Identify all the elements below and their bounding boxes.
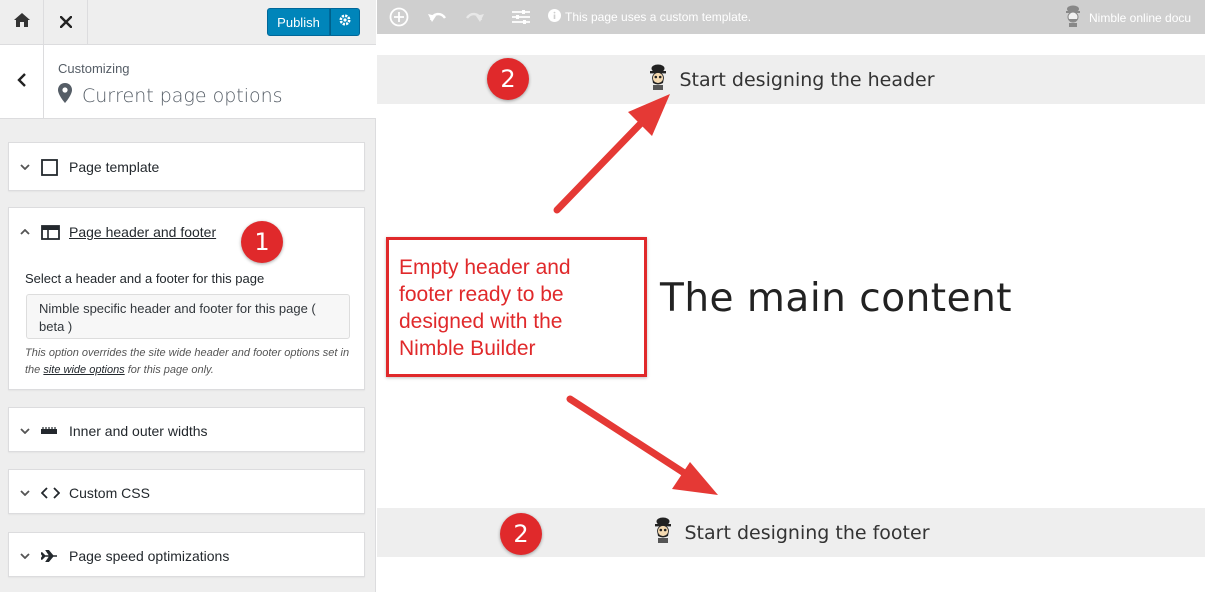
airplane-icon bbox=[41, 549, 61, 562]
panel-speed-label: Page speed optimizations bbox=[69, 547, 230, 564]
chevron-down-icon bbox=[17, 552, 33, 559]
panel-custom-css-label: Custom CSS bbox=[69, 484, 150, 501]
nimble-mascot-icon bbox=[647, 64, 669, 95]
customizer-window: Publish Customizing Current page options… bbox=[0, 0, 1205, 592]
panel-speed[interactable]: Page speed optimizations bbox=[8, 532, 365, 577]
chevron-down-icon bbox=[17, 427, 33, 434]
site-wide-options-link[interactable]: site wide options bbox=[43, 364, 124, 376]
map-pin-icon bbox=[58, 83, 72, 108]
info-icon bbox=[548, 9, 561, 25]
code-icon bbox=[41, 486, 61, 499]
callout-line-4: Nimble Builder bbox=[399, 337, 536, 360]
callout-line-3: designed with the bbox=[399, 310, 563, 333]
close-button[interactable] bbox=[44, 0, 88, 44]
header-footer-description: This option overrides the site wide head… bbox=[25, 345, 355, 379]
layout-icon bbox=[41, 224, 61, 240]
nimble-mascot-icon bbox=[1063, 5, 1083, 30]
template-notice: This page uses a custom template. bbox=[548, 9, 751, 25]
panel-widths[interactable]: Inner and outer widths bbox=[8, 407, 365, 452]
section-title-text: Current page options bbox=[82, 84, 283, 107]
publish-button[interactable]: Publish bbox=[267, 8, 330, 36]
close-icon bbox=[59, 12, 72, 33]
gear-icon bbox=[338, 13, 352, 32]
customizer-topbar: Publish bbox=[0, 0, 376, 45]
description-suffix: for this page only. bbox=[124, 364, 214, 376]
panel-widths-row[interactable]: Inner and outer widths bbox=[9, 408, 364, 453]
annotation-badge-2-footer: 2 bbox=[500, 513, 542, 555]
chevron-down-icon bbox=[17, 164, 33, 170]
callout-line-2: footer ready to be bbox=[399, 283, 564, 306]
panel-page-template-label: Page template bbox=[69, 159, 160, 175]
home-icon bbox=[13, 12, 31, 33]
main-content-heading: The main content bbox=[660, 276, 1013, 321]
annotation-badge-1: 1 bbox=[241, 221, 283, 263]
sliders-icon[interactable] bbox=[510, 6, 532, 28]
header-footer-select-label: Select a header and a footer for this pa… bbox=[25, 271, 265, 286]
panel-header-footer-label: Page header and footer bbox=[69, 224, 217, 240]
ruler-icon bbox=[41, 426, 61, 435]
header-footer-select-value-line1: Nimble specific header and footer for th… bbox=[39, 301, 316, 316]
chevron-down-icon bbox=[17, 489, 33, 496]
panel-page-template[interactable]: Page template bbox=[8, 142, 365, 191]
panel-custom-css-row[interactable]: Custom CSS bbox=[9, 470, 364, 515]
preview-toolbar: This page uses a custom template. Nimble… bbox=[377, 0, 1205, 34]
nimble-mascot-icon bbox=[652, 517, 674, 548]
redo-icon[interactable] bbox=[464, 6, 486, 28]
chevron-up-icon bbox=[17, 229, 33, 235]
callout-line-1: Empty header and bbox=[399, 256, 571, 279]
home-button[interactable] bbox=[0, 0, 44, 44]
back-button[interactable] bbox=[0, 45, 44, 119]
plus-circle-icon[interactable] bbox=[388, 6, 410, 28]
chevron-left-icon bbox=[16, 72, 27, 93]
customizer-sidebar: Publish Customizing Current page options… bbox=[0, 0, 376, 592]
nimble-docs-text: Nimble online docu bbox=[1089, 10, 1192, 25]
nimble-docs-link[interactable]: Nimble online docu bbox=[1063, 5, 1191, 30]
undo-icon[interactable] bbox=[426, 6, 448, 28]
panel-widths-label: Inner and outer widths bbox=[69, 422, 208, 439]
panel-page-template-row[interactable]: Page template bbox=[9, 143, 364, 191]
section-title: Current page options bbox=[58, 83, 283, 108]
publish-button-group: Publish bbox=[267, 8, 360, 36]
section-header: Customizing Current page options bbox=[0, 45, 376, 119]
template-notice-text: This page uses a custom template. bbox=[565, 10, 752, 24]
section-subtitle: Customizing bbox=[58, 61, 130, 76]
annotation-callout: Empty header and footer ready to be desi… bbox=[386, 237, 647, 377]
panel-speed-row[interactable]: Page speed optimizations bbox=[9, 533, 364, 578]
footer-placeholder-text: Start designing the footer bbox=[684, 521, 930, 544]
header-footer-select[interactable]: Nimble specific header and footer for th… bbox=[26, 294, 350, 339]
annotation-badge-2-header: 2 bbox=[487, 58, 529, 100]
header-placeholder-text: Start designing the header bbox=[679, 68, 935, 91]
checkbox-icon bbox=[41, 158, 61, 176]
panel-header-footer-row[interactable]: Page header and footer bbox=[9, 208, 364, 256]
header-footer-select-value-line2: beta ) bbox=[39, 319, 73, 334]
panel-custom-css[interactable]: Custom CSS bbox=[8, 469, 365, 514]
panel-header-footer: Page header and footer Select a header a… bbox=[8, 207, 365, 390]
publish-settings-button[interactable] bbox=[330, 8, 360, 36]
